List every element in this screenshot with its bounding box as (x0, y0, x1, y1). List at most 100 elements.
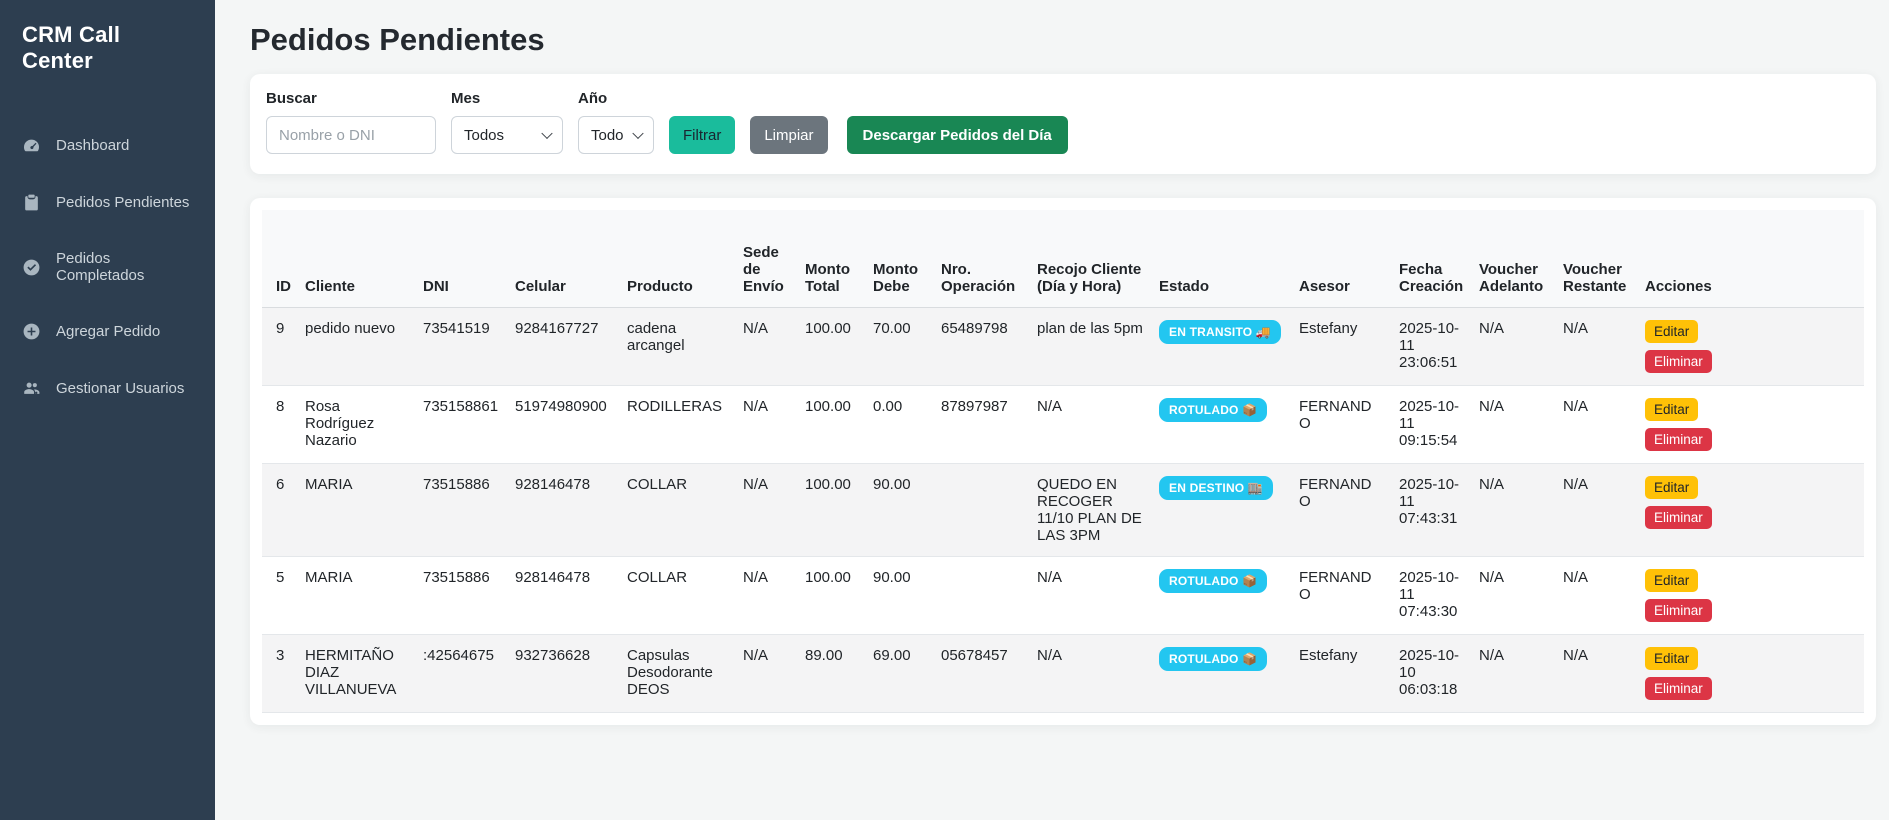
cell-acciones: Editar Eliminar (1637, 635, 1864, 713)
cell-dni: 73541519 (415, 308, 507, 386)
cell-producto: COLLAR (619, 557, 735, 635)
cell-fecha-creacion: 2025-10-11 07:43:31 (1391, 464, 1471, 557)
edit-button[interactable]: Editar (1645, 476, 1698, 499)
column-header: Asesor (1291, 210, 1391, 308)
table-row: 6MARIA73515886928146478COLLARN/A100.0090… (262, 464, 1864, 557)
cell-voucher-adelanto: N/A (1471, 464, 1555, 557)
sidebar-item-dashboard[interactable]: Dashboard (0, 126, 215, 165)
cell-monto-total: 100.00 (797, 386, 865, 464)
cell-monto-debe: 69.00 (865, 635, 933, 713)
plus-circle-icon (22, 322, 41, 341)
cell-monto-total: 89.00 (797, 635, 865, 713)
year-field-group: Año Todos (578, 90, 654, 154)
cell-producto: Capsulas Desodorante DEOS (619, 635, 735, 713)
status-badge: EN TRANSITO 🚚 (1159, 320, 1281, 344)
delete-button[interactable]: Eliminar (1645, 599, 1712, 622)
edit-button[interactable]: Editar (1645, 320, 1698, 343)
cell-celular: 51974980900 (507, 386, 619, 464)
orders-table-body: 9pedido nuevo735415199284167727cadena ar… (262, 308, 1864, 713)
sidebar-nav: Dashboard Pedidos Pendientes Pedidos Com… (0, 126, 215, 408)
month-field-group: Mes Todos (451, 90, 563, 154)
edit-button[interactable]: Editar (1645, 569, 1698, 592)
cell-asesor: FERNANDO (1291, 464, 1391, 557)
cell-estado: ROTULADO 📦 (1151, 386, 1291, 464)
cell-sede: N/A (735, 464, 797, 557)
cell-fecha-creacion: 2025-10-10 06:03:18 (1391, 635, 1471, 713)
cell-id: 6 (262, 464, 297, 557)
month-select[interactable]: Todos (451, 116, 563, 154)
delete-button[interactable]: Eliminar (1645, 506, 1712, 529)
edit-button[interactable]: Editar (1645, 647, 1698, 670)
cell-id: 5 (262, 557, 297, 635)
search-input[interactable] (266, 116, 436, 154)
download-orders-button[interactable]: Descargar Pedidos del Día (847, 116, 1068, 154)
main-content: Pedidos Pendientes Buscar Mes Todos Año (215, 0, 1889, 820)
delete-button[interactable]: Eliminar (1645, 677, 1712, 700)
column-header: ID (262, 210, 297, 308)
column-header: Voucher Restante (1555, 210, 1637, 308)
cell-cliente: pedido nuevo (297, 308, 415, 386)
cell-cliente: MARIA (297, 557, 415, 635)
cell-monto-debe: 0.00 (865, 386, 933, 464)
table-row: 3HERMITAÑO DIAZ VILLANUEVA:4256467593273… (262, 635, 1864, 713)
column-header: Cliente (297, 210, 415, 308)
year-label: Año (578, 90, 654, 107)
cell-nro-operacion: 65489798 (933, 308, 1029, 386)
cell-estado: EN TRANSITO 🚚 (1151, 308, 1291, 386)
column-header: Nro. Operación (933, 210, 1029, 308)
cell-monto-debe: 70.00 (865, 308, 933, 386)
month-label: Mes (451, 90, 563, 107)
cell-celular: 932736628 (507, 635, 619, 713)
cell-dni: :42564675 (415, 635, 507, 713)
column-header: Acciones (1637, 210, 1864, 308)
cell-voucher-restante: N/A (1555, 635, 1637, 713)
cell-asesor: Estefany (1291, 635, 1391, 713)
cell-fecha-creacion: 2025-10-11 23:06:51 (1391, 308, 1471, 386)
users-gear-icon (22, 379, 41, 398)
column-header: Monto Debe (865, 210, 933, 308)
cell-sede: N/A (735, 386, 797, 464)
year-select[interactable]: Todos (578, 116, 654, 154)
cell-id: 3 (262, 635, 297, 713)
column-header: Fecha Creación (1391, 210, 1471, 308)
cell-estado: EN DESTINO 🏬 (1151, 464, 1291, 557)
cell-asesor: Estefany (1291, 308, 1391, 386)
cell-nro-operacion (933, 464, 1029, 557)
sidebar-item-label: Agregar Pedido (56, 323, 160, 340)
filter-button[interactable]: Filtrar (669, 116, 735, 154)
app-title: CRM Call Center (0, 14, 215, 84)
status-badge: ROTULADO 📦 (1159, 647, 1267, 671)
cell-asesor: FERNANDO (1291, 386, 1391, 464)
cell-voucher-adelanto: N/A (1471, 635, 1555, 713)
cell-acciones: Editar Eliminar (1637, 386, 1864, 464)
sidebar-item-label: Pedidos Pendientes (56, 194, 189, 211)
check-circle-icon (22, 258, 41, 277)
search-label: Buscar (266, 90, 436, 107)
filter-bar: Buscar Mes Todos Año Todos (250, 74, 1876, 174)
cell-dni: 73515886 (415, 464, 507, 557)
cell-cliente: Rosa Rodríguez Nazario (297, 386, 415, 464)
edit-button[interactable]: Editar (1645, 398, 1698, 421)
cell-voucher-adelanto: N/A (1471, 386, 1555, 464)
delete-button[interactable]: Eliminar (1645, 428, 1712, 451)
cell-celular: 928146478 (507, 557, 619, 635)
delete-button[interactable]: Eliminar (1645, 350, 1712, 373)
cell-cliente: HERMITAÑO DIAZ VILLANUEVA (297, 635, 415, 713)
cell-acciones: Editar Eliminar (1637, 464, 1864, 557)
page-title: Pedidos Pendientes (250, 22, 1876, 58)
cell-nro-operacion (933, 557, 1029, 635)
cell-monto-total: 100.00 (797, 308, 865, 386)
sidebar-item-pedidos-completados[interactable]: Pedidos Completados (0, 240, 215, 294)
status-badge: ROTULADO 📦 (1159, 398, 1267, 422)
cell-cliente: MARIA (297, 464, 415, 557)
cell-monto-total: 100.00 (797, 557, 865, 635)
clear-button[interactable]: Limpiar (750, 116, 827, 154)
sidebar-item-agregar-pedido[interactable]: Agregar Pedido (0, 312, 215, 351)
table-row: 5MARIA73515886928146478COLLARN/A100.0090… (262, 557, 1864, 635)
orders-table-head: IDClienteDNICelularProductoSede de Envío… (262, 210, 1864, 308)
cell-recojo: N/A (1029, 386, 1151, 464)
sidebar-item-pedidos-pendientes[interactable]: Pedidos Pendientes (0, 183, 215, 222)
cell-monto-debe: 90.00 (865, 464, 933, 557)
sidebar-item-gestionar-usuarios[interactable]: Gestionar Usuarios (0, 369, 215, 408)
cell-acciones: Editar Eliminar (1637, 557, 1864, 635)
